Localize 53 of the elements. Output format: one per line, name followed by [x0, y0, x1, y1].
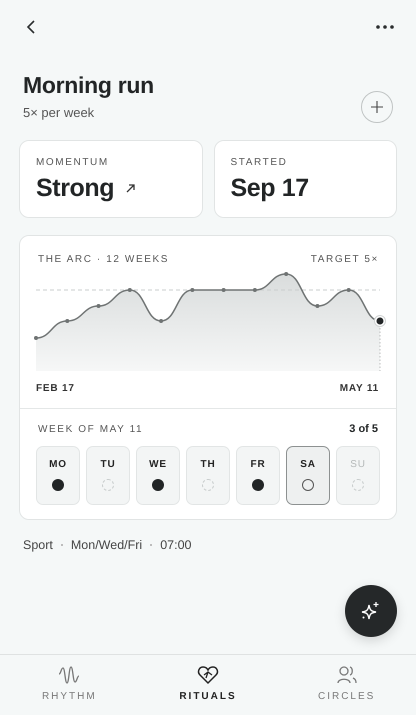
day-tile[interactable]: TH — [186, 446, 230, 505]
meta-text: 07:00 — [160, 538, 192, 552]
target-label: TARGET 5× — [310, 254, 379, 265]
day-tile[interactable]: SA — [286, 446, 330, 505]
data-point — [159, 319, 164, 323]
data-point — [190, 288, 194, 292]
chevron-left-icon — [26, 20, 36, 34]
data-point — [315, 304, 320, 308]
nav-tab[interactable]: RHYTHM — [0, 655, 139, 715]
plus-icon — [371, 101, 383, 113]
week-count: 3 of 5 — [349, 423, 378, 435]
data-point — [252, 288, 257, 292]
dashed-circle — [102, 479, 114, 491]
stat-value: Strong — [36, 174, 114, 203]
data-point — [65, 319, 70, 323]
done-dot — [252, 479, 264, 491]
end-date: MAY 11 — [340, 383, 379, 394]
frequency-text: 5× per week — [23, 105, 96, 120]
dashed-circle — [352, 479, 364, 491]
done-dot — [52, 479, 64, 491]
dashed-circle — [202, 479, 214, 491]
data-point — [128, 288, 132, 292]
nav-tab[interactable]: RITUALS — [138, 655, 278, 715]
nav-tab[interactable]: CIRCLES — [277, 655, 416, 715]
day-tile[interactable]: WE — [136, 446, 180, 505]
day-tile[interactable]: FR — [236, 446, 280, 505]
stat-value: Sep 17 — [230, 174, 309, 203]
heart-icon — [196, 665, 219, 685]
start-date: FEB 17 — [36, 383, 75, 394]
add-button[interactable] — [361, 91, 393, 123]
day-tile[interactable]: TU — [86, 446, 130, 505]
separator-dot — [60, 544, 63, 546]
day-tile[interactable]: MO — [36, 446, 80, 505]
more-icon — [376, 25, 394, 29]
wave-icon — [58, 665, 80, 685]
done-dot — [152, 479, 164, 491]
data-point — [222, 288, 226, 292]
meta-text: Sport — [23, 538, 53, 552]
week-title: WEEK OF MAY 11 — [38, 424, 144, 434]
separator-dot — [150, 544, 152, 546]
people-icon — [336, 665, 358, 685]
arrow-up-right-icon — [126, 184, 136, 193]
data-point — [284, 272, 288, 276]
stat-label: MOMENTUM — [36, 157, 110, 168]
data-point — [34, 336, 38, 340]
stat-label: STARTED — [230, 157, 288, 168]
data-point — [96, 304, 101, 308]
page-title: Morning run — [23, 72, 154, 99]
sparkle-button[interactable] — [345, 585, 397, 637]
meta-text: Mon/Wed/Fri — [70, 538, 142, 552]
open-circle — [302, 479, 314, 491]
chart-title: THE ARC · 12 WEEKS — [38, 254, 170, 265]
data-point — [346, 288, 351, 292]
